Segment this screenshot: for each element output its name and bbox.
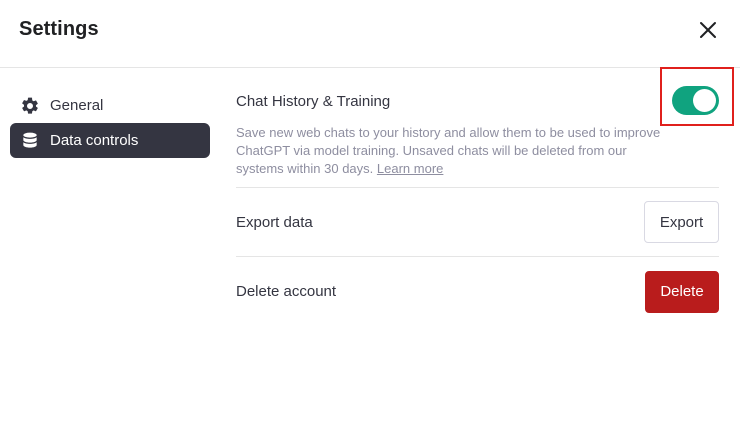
data-controls-panel: Chat History & Training Save new web cha… (236, 67, 734, 326)
chat-history-label: Chat History & Training (236, 93, 391, 110)
dialog-header: Settings (0, 0, 740, 68)
export-data-setting: Export data Export (236, 188, 719, 257)
sidebar-item-data-controls[interactable]: Data controls (10, 123, 210, 158)
database-icon (20, 131, 40, 151)
delete-button[interactable]: Delete (645, 270, 719, 313)
delete-account-setting: Delete account Delete (236, 257, 719, 326)
toggle-knob (693, 89, 716, 112)
close-button[interactable] (694, 16, 722, 44)
settings-sidebar: General Data controls (10, 88, 210, 158)
dialog-title: Settings (19, 18, 99, 40)
chat-history-description: Save new web chats to your history and a… (236, 124, 676, 178)
chat-history-toggle[interactable] (672, 86, 719, 115)
description-text: Save new web chats to your history and a… (236, 125, 661, 176)
close-icon (700, 22, 716, 38)
settings-dialog: Settings General Data controls Chat Hist… (0, 0, 740, 440)
learn-more-link[interactable]: Learn more (377, 161, 443, 176)
sidebar-item-general[interactable]: General (10, 88, 210, 123)
export-button[interactable]: Export (644, 201, 719, 243)
delete-account-label: Delete account (236, 283, 337, 300)
export-data-label: Export data (236, 213, 313, 231)
sidebar-item-label: Data controls (50, 132, 139, 149)
chat-history-setting: Chat History & Training Save new web cha… (236, 67, 734, 188)
sidebar-item-label: General (50, 97, 104, 114)
gear-icon (20, 96, 40, 116)
